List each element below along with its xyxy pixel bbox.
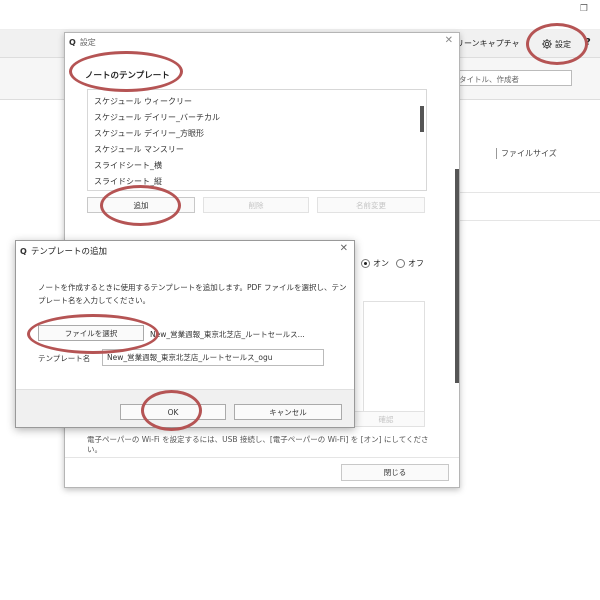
radio-off[interactable] [396, 259, 405, 268]
template-list[interactable]: スケジュール ウィークリー スケジュール デイリー_バーチカル スケジュール デ… [87, 89, 427, 191]
settings-dialog-title: Q 設定 [69, 37, 96, 48]
close-icon[interactable]: ✕ [445, 35, 453, 46]
annotation-circle [27, 314, 159, 354]
column-header-file-size[interactable]: ファイルサイズ [496, 148, 557, 159]
row-divider [458, 192, 600, 193]
app-logo-icon: Q [69, 38, 76, 47]
selected-file-name: New_営業週報_東京北芝店_ルートセールス... [150, 330, 305, 339]
app-titlebar: ❐ [0, 0, 600, 30]
add-dialog-title-text: テンプレートの追加 [30, 247, 108, 257]
settings-scrollbar[interactable] [455, 169, 459, 383]
annotation-circle [526, 23, 588, 65]
screen: ❐ リーンキャプチャ 設定 ? タイトル、作成者 ファイルサイズ Q 設定 ✕ … [0, 0, 600, 600]
annotation-circle [100, 185, 181, 226]
template-name-label: テンプレート名 [38, 354, 91, 363]
wifi-note: 電子ペーパーの Wi-Fi を設定するには、USB 接続し、[電子ペーパーの W… [87, 435, 429, 454]
cancel-button[interactable]: キャンセル [234, 404, 342, 420]
close-button[interactable]: 閉じる [341, 464, 449, 481]
row-divider [458, 220, 600, 221]
template-name-input[interactable] [102, 349, 324, 366]
list-item[interactable]: スケジュール マンスリー [94, 144, 184, 155]
confirm-button[interactable]: 確認 [347, 411, 425, 427]
close-icon[interactable]: ✕ [340, 243, 348, 254]
search-input[interactable]: タイトル、作成者 [454, 70, 572, 86]
settings-info-panel [363, 301, 425, 425]
radio-on-label: オン [373, 259, 389, 268]
maximize-icon[interactable]: ❐ [580, 4, 588, 14]
add-dialog-title: Q テンプレートの追加 [20, 245, 108, 258]
screen-capture-button[interactable]: リーンキャプチャ [456, 38, 520, 49]
list-item[interactable]: スケジュール デイリー_バーチカル [94, 112, 220, 123]
radio-off-label: オフ [408, 259, 424, 268]
delete-template-button[interactable]: 削除 [203, 197, 309, 213]
list-item[interactable]: スケジュール デイリー_方眼形 [94, 128, 204, 139]
wifi-radio-group: オン オフ [361, 258, 424, 269]
rename-template-button[interactable]: 名前変更 [317, 197, 425, 213]
app-logo-icon: Q [20, 246, 27, 256]
list-item[interactable]: スケジュール ウィークリー [94, 96, 192, 107]
settings-title-text: 設定 [79, 38, 96, 47]
annotation-circle [69, 51, 183, 92]
list-scrollbar[interactable] [420, 106, 424, 132]
add-dialog-description: ノートを作成するときに使用するテンプレートを追加します。PDF ファイルを選択し… [38, 283, 347, 305]
radio-on[interactable] [361, 259, 370, 268]
list-item[interactable]: スライドシート_横 [94, 160, 162, 171]
annotation-circle [141, 390, 202, 431]
divider [65, 457, 459, 458]
